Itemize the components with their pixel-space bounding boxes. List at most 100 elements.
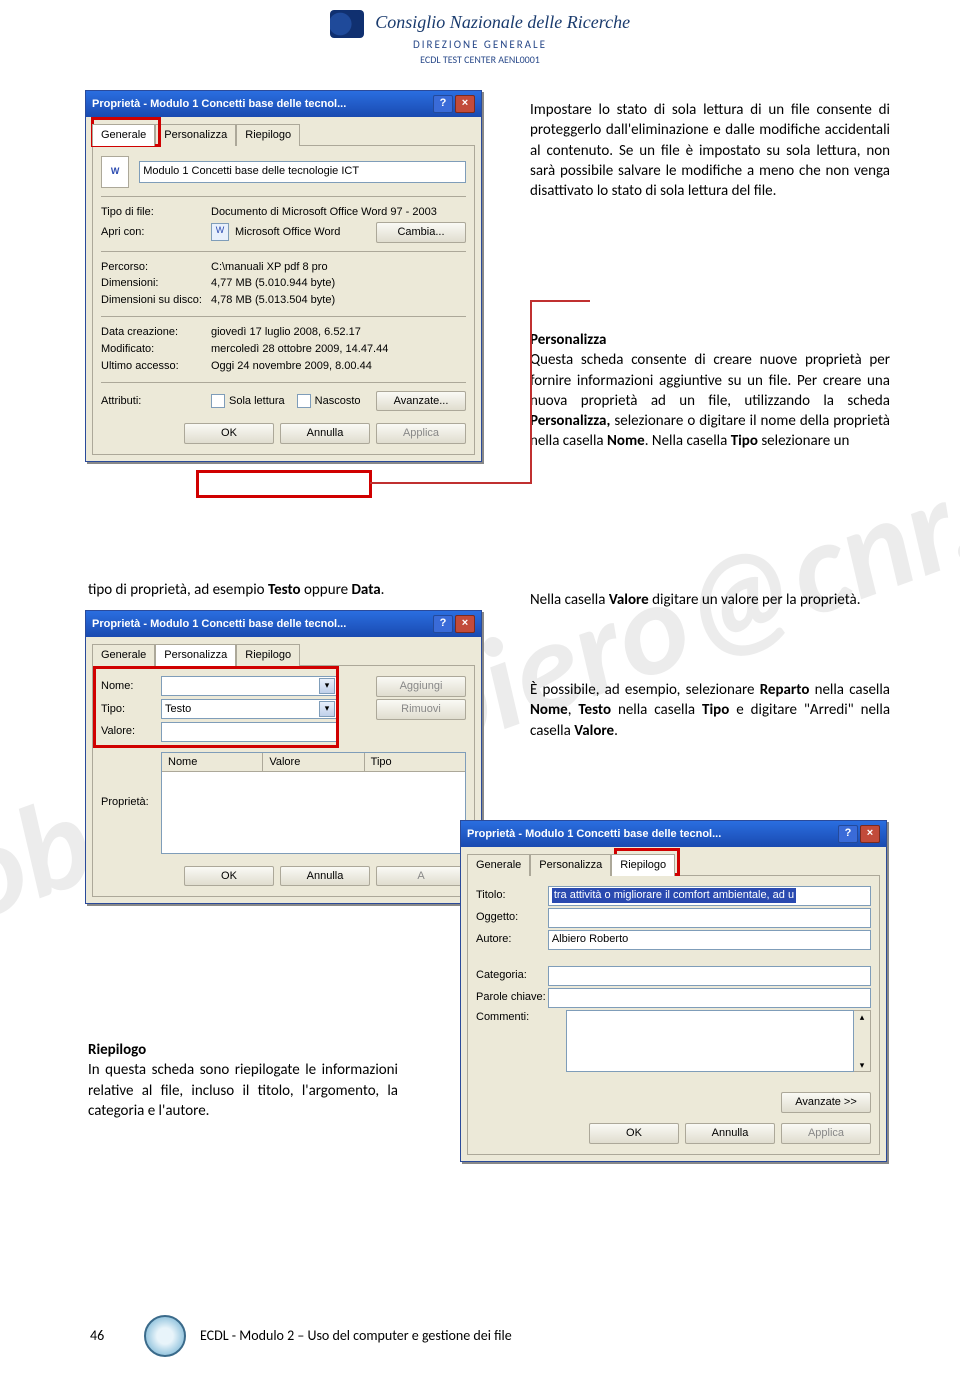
label: Dimensioni su disco:	[101, 293, 211, 308]
properties-dialog-personalizza: Proprietà - Modulo 1 Concetti base delle…	[85, 610, 482, 904]
label: Titolo:	[476, 888, 548, 903]
label: Ultimo accesso:	[101, 359, 211, 374]
app-icon: W	[211, 223, 229, 241]
help-button[interactable]: ?	[433, 95, 453, 113]
tab-personalizza[interactable]: Personalizza	[530, 854, 611, 876]
tab-riepilogo[interactable]: Riepilogo	[236, 124, 300, 146]
chevron-down-icon: ▾	[319, 678, 335, 694]
label: Percorso:	[101, 260, 211, 275]
readonly-label: Sola lettura	[229, 395, 285, 407]
footer-logo-icon	[144, 1315, 186, 1357]
ok-button[interactable]: OK	[184, 423, 274, 444]
author-input[interactable]: Albiero Roberto	[548, 930, 871, 950]
value: mercoledì 28 ottobre 2009, 14.47.44	[211, 342, 466, 357]
apply-button[interactable]: A	[376, 866, 466, 887]
tab-generale[interactable]: Generale	[467, 854, 530, 876]
chevron-down-icon: ▾	[319, 701, 335, 717]
label: Proprietà:	[101, 795, 161, 810]
cancel-button[interactable]: Annulla	[280, 423, 370, 444]
tabs: Generale Personalizza Riepilogo	[86, 117, 481, 145]
properties-dialog-general: Proprietà - Modulo 1 Concetti base delle…	[85, 90, 482, 462]
comments-textarea[interactable]	[566, 1010, 854, 1072]
keywords-input[interactable]	[548, 988, 871, 1008]
col-header[interactable]: Nome	[162, 753, 263, 772]
tab-riepilogo[interactable]: Riepilogo	[236, 644, 300, 666]
tab-riepilogo[interactable]: Riepilogo	[611, 854, 675, 876]
name-select[interactable]: ▾	[161, 676, 339, 696]
advanced-button[interactable]: Avanzate >>	[781, 1092, 871, 1113]
tab-personalizza[interactable]: Personalizza	[155, 644, 236, 666]
dialog-title: Proprietà - Modulo 1 Concetti base delle…	[92, 97, 346, 112]
title-input[interactable]: tra attività o migliorare il comfort amb…	[548, 886, 871, 906]
help-button[interactable]: ?	[838, 825, 858, 843]
word-icon: W	[101, 156, 129, 188]
dialog-title: Proprietà - Modulo 1 Concetti base delle…	[467, 827, 721, 842]
label: Oggetto:	[476, 910, 548, 925]
hidden-checkbox[interactable]	[297, 394, 311, 408]
page-footer: 46 ECDL - Modulo 2 – Uso del computer e …	[90, 1315, 900, 1357]
apply-button[interactable]: Applica	[781, 1123, 871, 1144]
label: Dimensioni:	[101, 276, 211, 291]
footer-title: ECDL - Modulo 2 – Uso del computer e ges…	[200, 1327, 512, 1346]
label: Parole chiave:	[476, 990, 548, 1005]
highlight-attributes	[196, 470, 372, 498]
paragraph-personalizza: Personalizza Questa scheda consente di c…	[530, 330, 890, 452]
cancel-button[interactable]: Annulla	[280, 866, 370, 887]
value: Documento di Microsoft Office Word 97 - …	[211, 205, 466, 220]
value-input[interactable]	[161, 722, 339, 742]
text-tipo-oppure: tipo di proprietà, ad esempio Testo oppu…	[88, 580, 488, 600]
help-button[interactable]: ?	[433, 615, 453, 633]
arrow-connector	[530, 300, 590, 302]
scroll-up-icon: ▴	[854, 1011, 870, 1023]
col-header[interactable]: Valore	[263, 753, 364, 772]
close-button[interactable]: ×	[860, 825, 880, 843]
label: Autore:	[476, 932, 548, 947]
ok-button[interactable]: OK	[184, 866, 274, 887]
advanced-button[interactable]: Avanzate...	[376, 391, 466, 412]
change-button[interactable]: Cambia...	[376, 222, 466, 243]
readonly-checkbox[interactable]	[211, 394, 225, 408]
page-header: Consiglio Nazionale delle Ricerche DIREZ…	[0, 10, 960, 67]
page-number: 46	[90, 1327, 130, 1346]
value: C:\manuali XP pdf 8 pro	[211, 260, 466, 275]
paragraph-example: È possibile, ad esempio, selezionare Rep…	[530, 680, 890, 741]
dialog-title: Proprietà - Modulo 1 Concetti base delle…	[92, 617, 346, 632]
type-select[interactable]: Testo▾	[161, 699, 339, 719]
scrollbar[interactable]: ▴▾	[854, 1010, 871, 1072]
paragraph-riepilogo: Riepilogo In questa scheda sono riepilog…	[88, 1040, 398, 1121]
titlebar: Proprietà - Modulo 1 Concetti base delle…	[86, 611, 481, 637]
paragraph-readonly: Impostare lo stato di sola lettura di un…	[530, 100, 890, 201]
label: Apri con:	[101, 225, 211, 240]
apply-button[interactable]: Applica	[376, 423, 466, 444]
cancel-button[interactable]: Annulla	[685, 1123, 775, 1144]
hidden-label: Nascosto	[315, 395, 361, 407]
add-button[interactable]: Aggiungi	[376, 676, 466, 697]
org-dir: DIREZIONE GENERALE	[0, 38, 960, 53]
label: Nome:	[101, 679, 161, 694]
file-name-field[interactable]: Modulo 1 Concetti base delle tecnologie …	[139, 161, 466, 183]
paragraph-valore: Nella casella Valore digitare un valore …	[530, 590, 890, 610]
arrow-connector	[370, 482, 530, 484]
titlebar: Proprietà - Modulo 1 Concetti base delle…	[461, 821, 886, 847]
label: Tipo di file:	[101, 205, 211, 220]
label: Tipo:	[101, 702, 161, 717]
scroll-down-icon: ▾	[854, 1059, 870, 1071]
ok-button[interactable]: OK	[589, 1123, 679, 1144]
remove-button[interactable]: Rimuovi	[376, 699, 466, 720]
logo-icon	[330, 10, 364, 38]
value: Oggi 24 novembre 2009, 8.00.44	[211, 359, 466, 374]
tab-generale[interactable]: Generale	[92, 644, 155, 666]
close-button[interactable]: ×	[455, 95, 475, 113]
value: 4,77 MB (5.010.944 byte)	[211, 276, 466, 291]
label: Commenti:	[476, 1010, 566, 1025]
label: Modificato:	[101, 342, 211, 357]
category-input[interactable]	[548, 966, 871, 986]
close-button[interactable]: ×	[455, 615, 475, 633]
titlebar: Proprietà - Modulo 1 Concetti base delle…	[86, 91, 481, 117]
tab-generale[interactable]: Generale	[92, 124, 155, 146]
col-header[interactable]: Tipo	[365, 753, 465, 772]
value: 4,78 MB (5.013.504 byte)	[211, 293, 466, 308]
test-center: ECDL TEST CENTER AENL0001	[0, 53, 960, 67]
subject-input[interactable]	[548, 908, 871, 928]
tab-personalizza[interactable]: Personalizza	[155, 124, 236, 146]
